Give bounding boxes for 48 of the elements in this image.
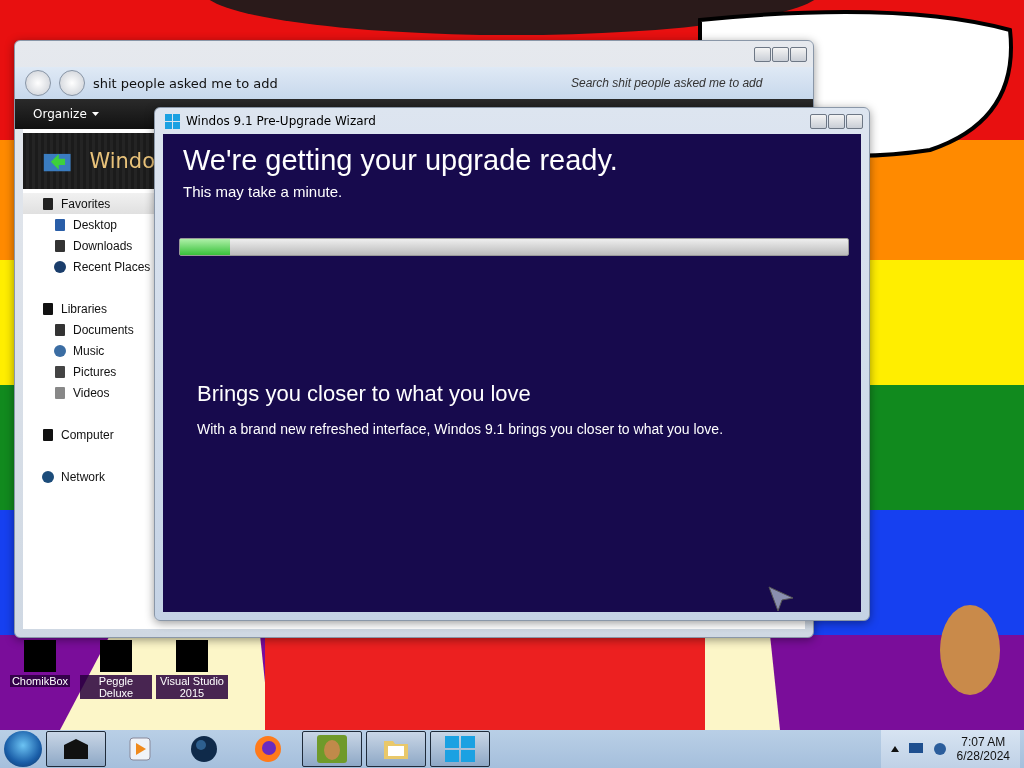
taskbar-button[interactable] — [366, 731, 426, 767]
taskbar-button[interactable] — [46, 731, 106, 767]
maximize-button[interactable] — [828, 113, 845, 129]
header-title: Windo — [89, 149, 155, 173]
nav-item[interactable]: Documents — [23, 319, 155, 340]
maximize-button[interactable] — [772, 46, 789, 62]
window-title: Windos 9.1 Pre-Upgrade Wizard — [186, 114, 376, 128]
globe-icon — [41, 469, 55, 484]
nav-item[interactable]: Libraries — [23, 298, 155, 319]
nav-item[interactable]: Pictures — [23, 361, 155, 382]
feature-text: With a brand new refreshed interface, Windos 9.1 brings you closer to what you love. — [197, 421, 725, 437]
close-button[interactable] — [846, 113, 863, 129]
forward-button[interactable] — [59, 70, 85, 96]
organize-menu[interactable]: Organize — [33, 107, 99, 121]
close-button[interactable] — [790, 46, 807, 62]
minimize-button[interactable] — [810, 113, 827, 129]
windows-logo-icon — [444, 735, 476, 763]
nav-item[interactable]: Recent Places — [23, 256, 155, 277]
start-button[interactable] — [4, 731, 42, 767]
play-icon — [129, 737, 151, 761]
subheading: This may take a minute. — [183, 183, 344, 200]
globe-icon — [190, 735, 218, 763]
up-arrow-icon[interactable] — [890, 746, 899, 752]
nav-item[interactable]: Favorites — [23, 193, 155, 214]
icon-label[interactable]: ChomikBox — [9, 675, 71, 687]
caret-icon — [91, 112, 99, 116]
nav-item[interactable]: Downloads — [23, 235, 155, 256]
feature-title: Brings you closer to what you love — [197, 381, 532, 407]
windows-logo-icon — [165, 113, 180, 129]
heading: We're getting your upgrade ready. — [183, 144, 619, 177]
icon-label[interactable]: Peggle Deluxe — [80, 675, 152, 699]
nav-item[interactable]: Network — [23, 466, 155, 487]
taskbar-button[interactable] — [430, 731, 490, 767]
nav-item[interactable]: Computer — [23, 424, 155, 445]
address-bar[interactable]: shit people asked me to add — [93, 71, 561, 95]
globe-icon — [53, 259, 67, 274]
taskbar-button[interactable] — [302, 731, 362, 767]
nav-item[interactable]: Desktop — [23, 214, 155, 235]
icon-label[interactable]: Visual Studio 2015 — [156, 675, 228, 699]
cursor-icon — [768, 586, 794, 612]
minimize-button[interactable] — [754, 46, 771, 62]
animal-icon — [317, 735, 347, 763]
nav-item[interactable]: Music — [23, 340, 155, 361]
nav-item[interactable]: Videos — [23, 382, 155, 403]
search-field[interactable]: Search shit people asked me to add — [569, 75, 803, 91]
back-button[interactable] — [25, 70, 51, 96]
browser-icon — [254, 735, 282, 763]
globe-icon — [53, 343, 67, 358]
